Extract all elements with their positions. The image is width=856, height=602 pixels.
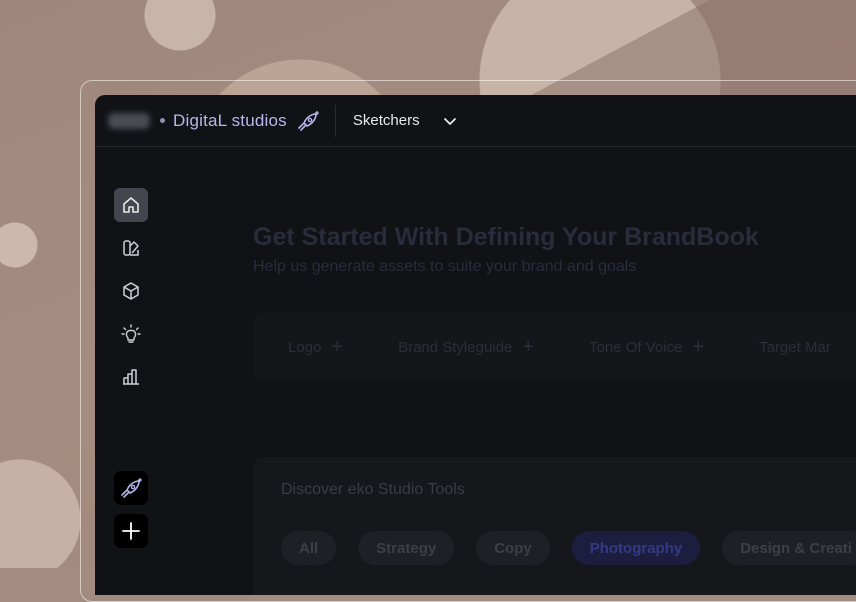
tool-filter-chips: All Strategy Copy Photography Design & C… <box>281 531 856 565</box>
asset-label: Brand Styleguide <box>398 338 513 356</box>
asset-label: Logo <box>288 338 322 356</box>
separator-dot <box>160 118 165 123</box>
sidebar-item-home[interactable] <box>114 188 148 222</box>
workspace-selector[interactable]: Sketchers <box>353 112 420 129</box>
asset-logo[interactable]: Logo + <box>288 337 343 357</box>
asset-target-market[interactable]: Target Mar <box>759 339 831 356</box>
sidebar-item-assets[interactable] <box>114 274 148 308</box>
cube-icon <box>123 282 139 300</box>
home-icon <box>123 197 139 213</box>
app-window: DigitaL studios Sketchers Get Started Wi… <box>95 95 856 595</box>
asset-bar: Logo + Brand Styleguide + Tone Of Voice … <box>253 313 856 381</box>
asset-tone-of-voice[interactable]: Tone Of Voice + <box>589 337 704 357</box>
chip-strategy[interactable]: Strategy <box>358 531 455 565</box>
sidebar-item-ideas[interactable] <box>114 317 148 351</box>
top-bar: DigitaL studios Sketchers <box>95 95 856 147</box>
rocket-icon <box>121 478 142 498</box>
asset-brand-styleguide[interactable]: Brand Styleguide + <box>398 337 534 357</box>
page-title: Get Started With Defining Your BrandBook <box>253 223 759 251</box>
swatches-icon <box>123 240 139 256</box>
studio-name: DigitaL studios <box>173 110 287 130</box>
chip-copy[interactable]: Copy <box>476 531 550 565</box>
eko-logo <box>108 112 150 129</box>
page-subtitle: Help us generate assets to suite your br… <box>253 258 637 275</box>
add-button[interactable] <box>114 514 148 548</box>
launch-button[interactable] <box>114 471 148 505</box>
tools-panel: Discover eko Studio Tools All Strategy C… <box>253 457 856 595</box>
chevron-down-icon[interactable] <box>442 113 458 129</box>
chip-all[interactable]: All <box>281 531 337 565</box>
sidebar <box>114 188 148 403</box>
plus-icon: + <box>692 336 705 358</box>
sidebar-item-analytics[interactable] <box>114 360 148 394</box>
plus-icon: + <box>331 336 344 358</box>
chip-photography[interactable]: Photography <box>571 531 701 565</box>
divider <box>334 104 336 137</box>
sidebar-item-brand[interactable] <box>114 231 148 265</box>
asset-label: Tone Of Voice <box>589 338 683 356</box>
tools-title: Discover eko Studio Tools <box>281 481 465 498</box>
plus-icon <box>122 522 140 540</box>
asset-label: Target Mar <box>759 338 831 356</box>
chip-design-creative[interactable]: Design & Creati <box>722 531 856 565</box>
bar-chart-icon <box>123 369 139 385</box>
lightbulb-icon <box>121 324 141 343</box>
rocket-icon <box>298 110 319 131</box>
sidebar-bottom <box>114 471 148 557</box>
plus-icon: + <box>522 336 534 358</box>
